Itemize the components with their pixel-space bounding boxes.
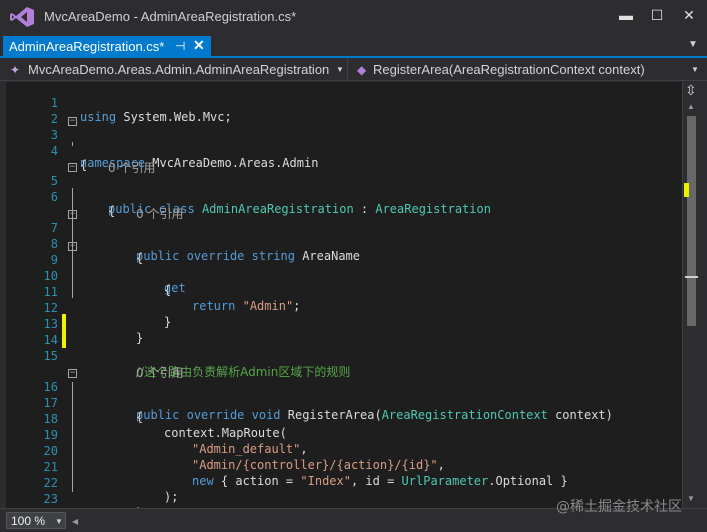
code-line: 3 − namespace MvcAreaDemo.Areas.Admin: [6, 114, 682, 171]
scrollbar-thumb[interactable]: [687, 116, 696, 326]
code-line: 7 − public override string AreaName: [6, 207, 682, 264]
code-line: 6 {: [6, 176, 682, 218]
code-line: 16 − public override void RegisterArea(A…: [6, 366, 682, 423]
watermark: @稀土掘金技术社区: [556, 499, 682, 515]
code-line: 15 //这个路由负责解析Admin区域下的规则: [6, 335, 682, 379]
code-line: 14: [6, 319, 682, 347]
code-lens: 0 个引用: [6, 191, 682, 221]
type-selector-dropdown[interactable]: ✦ MvcAreaDemo.Areas.Admin.AdminAreaRegis…: [0, 59, 348, 81]
code-editor[interactable]: 1 using System.Web.Mvc; 2 3 − namespace …: [6, 82, 682, 508]
collapse-icon[interactable]: −: [68, 242, 77, 251]
chevron-down-icon: ▼: [691, 65, 699, 74]
scroll-down-icon[interactable]: ▼: [687, 494, 695, 503]
title-bar: MvcAreaDemo - AdminAreaRegistration.cs* …: [0, 0, 707, 34]
zoom-level: 100 %: [11, 514, 46, 528]
change-marker: [684, 183, 689, 197]
close-window-button[interactable]: ✕: [675, 4, 703, 26]
code-line: 4 {: [6, 130, 682, 172]
window-title: MvcAreaDemo - AdminAreaRegistration.cs*: [44, 9, 297, 24]
code-line: 18 context.MapRoute(: [6, 398, 682, 440]
collapse-icon[interactable]: −: [68, 369, 77, 378]
tab-list-dropdown-icon[interactable]: ▼: [688, 39, 698, 50]
code-line: 22 );: [6, 462, 682, 504]
code-line: 12 }: [6, 287, 682, 329]
scroll-up-icon[interactable]: ▲: [687, 102, 695, 111]
code-line: 10 {: [6, 255, 682, 297]
vertical-scrollbar[interactable]: ⇳ ▲ ▼: [682, 82, 699, 508]
split-window-icon[interactable]: ⇳: [685, 82, 697, 99]
code-line: 23 }: [6, 478, 682, 508]
member-selector-dropdown[interactable]: ◆ RegisterArea(AreaRegistrationContext c…: [349, 59, 707, 81]
code-line: 13 }: [6, 303, 682, 345]
caret-position-marker: [685, 276, 698, 278]
code-line: 8 {: [6, 223, 682, 265]
class-icon: ✦: [10, 63, 21, 77]
collapse-icon[interactable]: −: [68, 117, 77, 126]
code-line: 2: [6, 98, 682, 126]
pin-tab-icon[interactable]: ⊣: [175, 39, 185, 53]
code-lens: 0 个引用: [6, 145, 682, 175]
collapse-icon[interactable]: −: [68, 210, 77, 219]
maximize-button[interactable]: ☐: [643, 4, 671, 26]
zoom-dropdown[interactable]: 100 % ▼: [6, 512, 66, 529]
member-selector-value: RegisterArea(AreaRegistrationContext con…: [373, 62, 645, 77]
close-tab-icon[interactable]: ✕: [193, 37, 205, 54]
type-selector-value: MvcAreaDemo.Areas.Admin.AdminAreaRegistr…: [28, 62, 330, 77]
method-icon: ◆: [357, 63, 367, 77]
scroll-left-icon[interactable]: ◀: [72, 517, 78, 526]
code-lens: 0 个引用: [6, 350, 682, 380]
chevron-down-icon: ▼: [336, 65, 344, 74]
code-line: 21 new { action = "Index", id = UrlParam…: [6, 446, 682, 488]
document-tab-strip: AdminAreaRegistration.cs* ⊣ ✕ ▼: [0, 34, 707, 58]
chevron-down-icon: ▼: [55, 517, 63, 526]
navigation-bar: ✦ MvcAreaDemo.Areas.Admin.AdminAreaRegis…: [0, 59, 707, 81]
collapse-icon[interactable]: −: [68, 163, 77, 172]
code-line: 1 using System.Web.Mvc;: [6, 82, 682, 124]
tab-label: AdminAreaRegistration.cs*: [9, 39, 165, 54]
code-line: 19 "Admin_default",: [6, 414, 682, 456]
visual-studio-logo-icon: [10, 7, 34, 27]
code-line: 5 − public class AdminAreaRegistration :…: [6, 160, 682, 217]
code-line: 9 − get: [6, 239, 682, 296]
minimize-button[interactable]: ▬: [612, 4, 640, 26]
code-line: 20 "Admin/{controller}/{action}/{id}",: [6, 430, 682, 472]
code-line: 11 return "Admin";: [6, 271, 682, 313]
tab-admin-area-registration[interactable]: AdminAreaRegistration.cs* ⊣ ✕: [3, 36, 211, 58]
code-line: 17 {: [6, 382, 682, 424]
